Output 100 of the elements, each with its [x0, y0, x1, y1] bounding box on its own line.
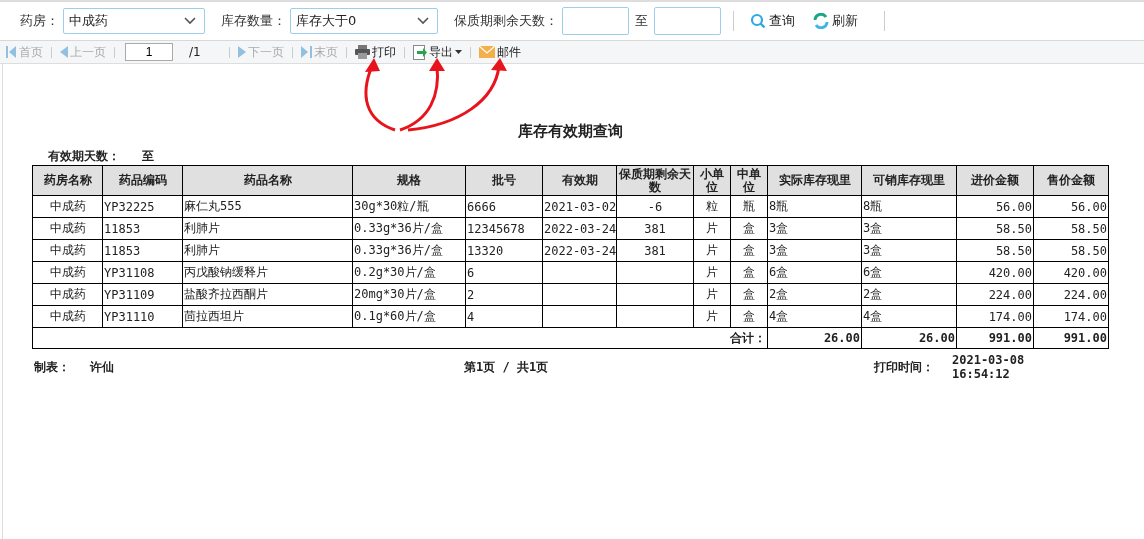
- total-cell: 26.00: [861, 327, 957, 349]
- column-header: 中单位: [730, 165, 768, 196]
- table-cell: 片: [693, 261, 731, 284]
- input-field[interactable]: [654, 7, 721, 35]
- search-button[interactable]: 查询: [746, 12, 799, 30]
- table-cell: 11853: [102, 239, 183, 262]
- table-cell: 3盒: [861, 239, 957, 262]
- total-label: 合计：: [730, 330, 766, 345]
- triangle-right-icon: [237, 46, 246, 58]
- field-label: 有效期天数：: [48, 148, 120, 165]
- table-cell: 盒: [730, 305, 768, 328]
- chevron-down-icon: [417, 17, 429, 25]
- table-cell: 中成药: [32, 283, 103, 306]
- table-cell: 224.00: [1033, 283, 1109, 306]
- table-cell: 2021-03-02: [542, 195, 617, 218]
- table-cell: 2022-03-24: [542, 239, 617, 262]
- table-cell: 盐酸齐拉西酮片: [182, 283, 353, 306]
- table-cell: 盒: [730, 283, 768, 306]
- export-button[interactable]: 导出: [410, 43, 464, 61]
- table-cell: 6: [465, 261, 543, 284]
- table-cell: YP31110: [102, 305, 183, 328]
- table-cell: 盒: [730, 217, 768, 240]
- table-cell: 6盒: [767, 261, 862, 284]
- table-cell: 茴拉西坦片: [182, 305, 353, 328]
- table-cell: 4盒: [861, 305, 957, 328]
- table-cell: 56.00: [956, 195, 1034, 218]
- column-header: 药品编码: [102, 165, 183, 196]
- table-cell: 6盒: [861, 261, 957, 284]
- table-cell: 片: [693, 305, 731, 328]
- table-cell: 0.33g*36片/盒: [352, 217, 466, 240]
- field-label: 库存数量：: [221, 12, 286, 30]
- page-info: 第1页 / 共1页: [464, 358, 550, 376]
- table-cell: 盒: [730, 239, 768, 262]
- table-cell: 瓶: [730, 195, 768, 218]
- table-cell: 3盒: [767, 239, 862, 262]
- envelope-icon: [478, 46, 495, 58]
- table-cell: 58.50: [1033, 239, 1109, 262]
- field-label: 制表：: [34, 358, 70, 376]
- table-cell: 381: [616, 217, 694, 240]
- column-header: 有效期: [542, 165, 617, 196]
- table-cell: 58.50: [1033, 217, 1109, 240]
- table-cell: 174.00: [1033, 305, 1109, 328]
- table-cell: 8瓶: [861, 195, 957, 218]
- table-cell: 0.2g*30片/盒: [352, 261, 466, 284]
- table-cell: 3盒: [861, 217, 957, 240]
- column-header: 药品名称: [182, 165, 353, 196]
- table-cell: 381: [616, 239, 694, 262]
- table-cell: 6666: [465, 195, 543, 218]
- search-icon: [750, 13, 766, 29]
- table-cell: -6: [616, 195, 694, 218]
- table-cell: 利肺片: [182, 239, 353, 262]
- column-header: 批号: [465, 165, 543, 196]
- column-header: 药房名称: [32, 165, 103, 196]
- table-cell: 中成药: [32, 239, 103, 262]
- column-header: 售价金额: [1033, 165, 1109, 196]
- maker-name: 许仙: [90, 358, 114, 376]
- column-header: 实际库存现里: [767, 165, 862, 196]
- table-cell: 丙戊酸钠缓释片: [182, 261, 353, 284]
- mail-button[interactable]: 邮件: [476, 43, 523, 61]
- table-cell: 3盒: [767, 217, 862, 240]
- table-cell: YP31109: [102, 283, 183, 306]
- table-cell: 0.33g*36片/盒: [352, 239, 466, 262]
- column-header: 规格: [352, 165, 466, 196]
- table-cell: 224.00: [956, 283, 1034, 306]
- total-cell: 26.00: [767, 327, 862, 349]
- field-label: 至: [142, 148, 154, 165]
- printer-icon: [354, 45, 370, 59]
- print-time: 16:54:12: [952, 367, 1011, 381]
- table-cell: 0.1g*60片/盒: [352, 305, 466, 328]
- page-input[interactable]: 1: [125, 43, 173, 61]
- table-cell: 2: [465, 283, 543, 306]
- refresh-button[interactable]: 刷新: [809, 12, 862, 30]
- table-cell: 片: [693, 217, 731, 240]
- column-header: 小单位: [693, 165, 731, 196]
- table-cell: 56.00: [1033, 195, 1109, 218]
- table-cell: 4: [465, 305, 543, 328]
- table-cell: 中成药: [32, 217, 103, 240]
- table-cell: 2022-03-24: [542, 217, 617, 240]
- input-field[interactable]: [562, 7, 629, 35]
- total-cell: 991.00: [1033, 327, 1109, 349]
- caret-icon: [454, 50, 462, 54]
- table-cell: 片: [693, 283, 731, 306]
- column-header: 保质期剩余天数: [616, 165, 694, 196]
- table-cell: 420.00: [956, 261, 1034, 284]
- table-cell: 利肺片: [182, 217, 353, 240]
- export-icon: [412, 44, 427, 60]
- first-page-icon: [6, 46, 17, 58]
- table-cell: 2盒: [861, 283, 957, 306]
- column-header: 可销库存现里: [861, 165, 957, 196]
- table-cell: 2盒: [767, 283, 862, 306]
- report-title: 库存有效期查询: [517, 122, 623, 140]
- dropdown-field[interactable]: 库存大于0: [290, 8, 438, 34]
- field-label: 至: [635, 12, 648, 30]
- last-page-icon: [300, 46, 312, 58]
- table-cell: 20mg*30片/盒: [352, 283, 466, 306]
- table-cell: 30g*30粒/瓶: [352, 195, 466, 218]
- table-cell: 174.00: [956, 305, 1034, 328]
- table-cell: 8瓶: [767, 195, 862, 218]
- print-button[interactable]: 打印: [352, 43, 398, 61]
- dropdown-field[interactable]: 中成药: [63, 8, 205, 34]
